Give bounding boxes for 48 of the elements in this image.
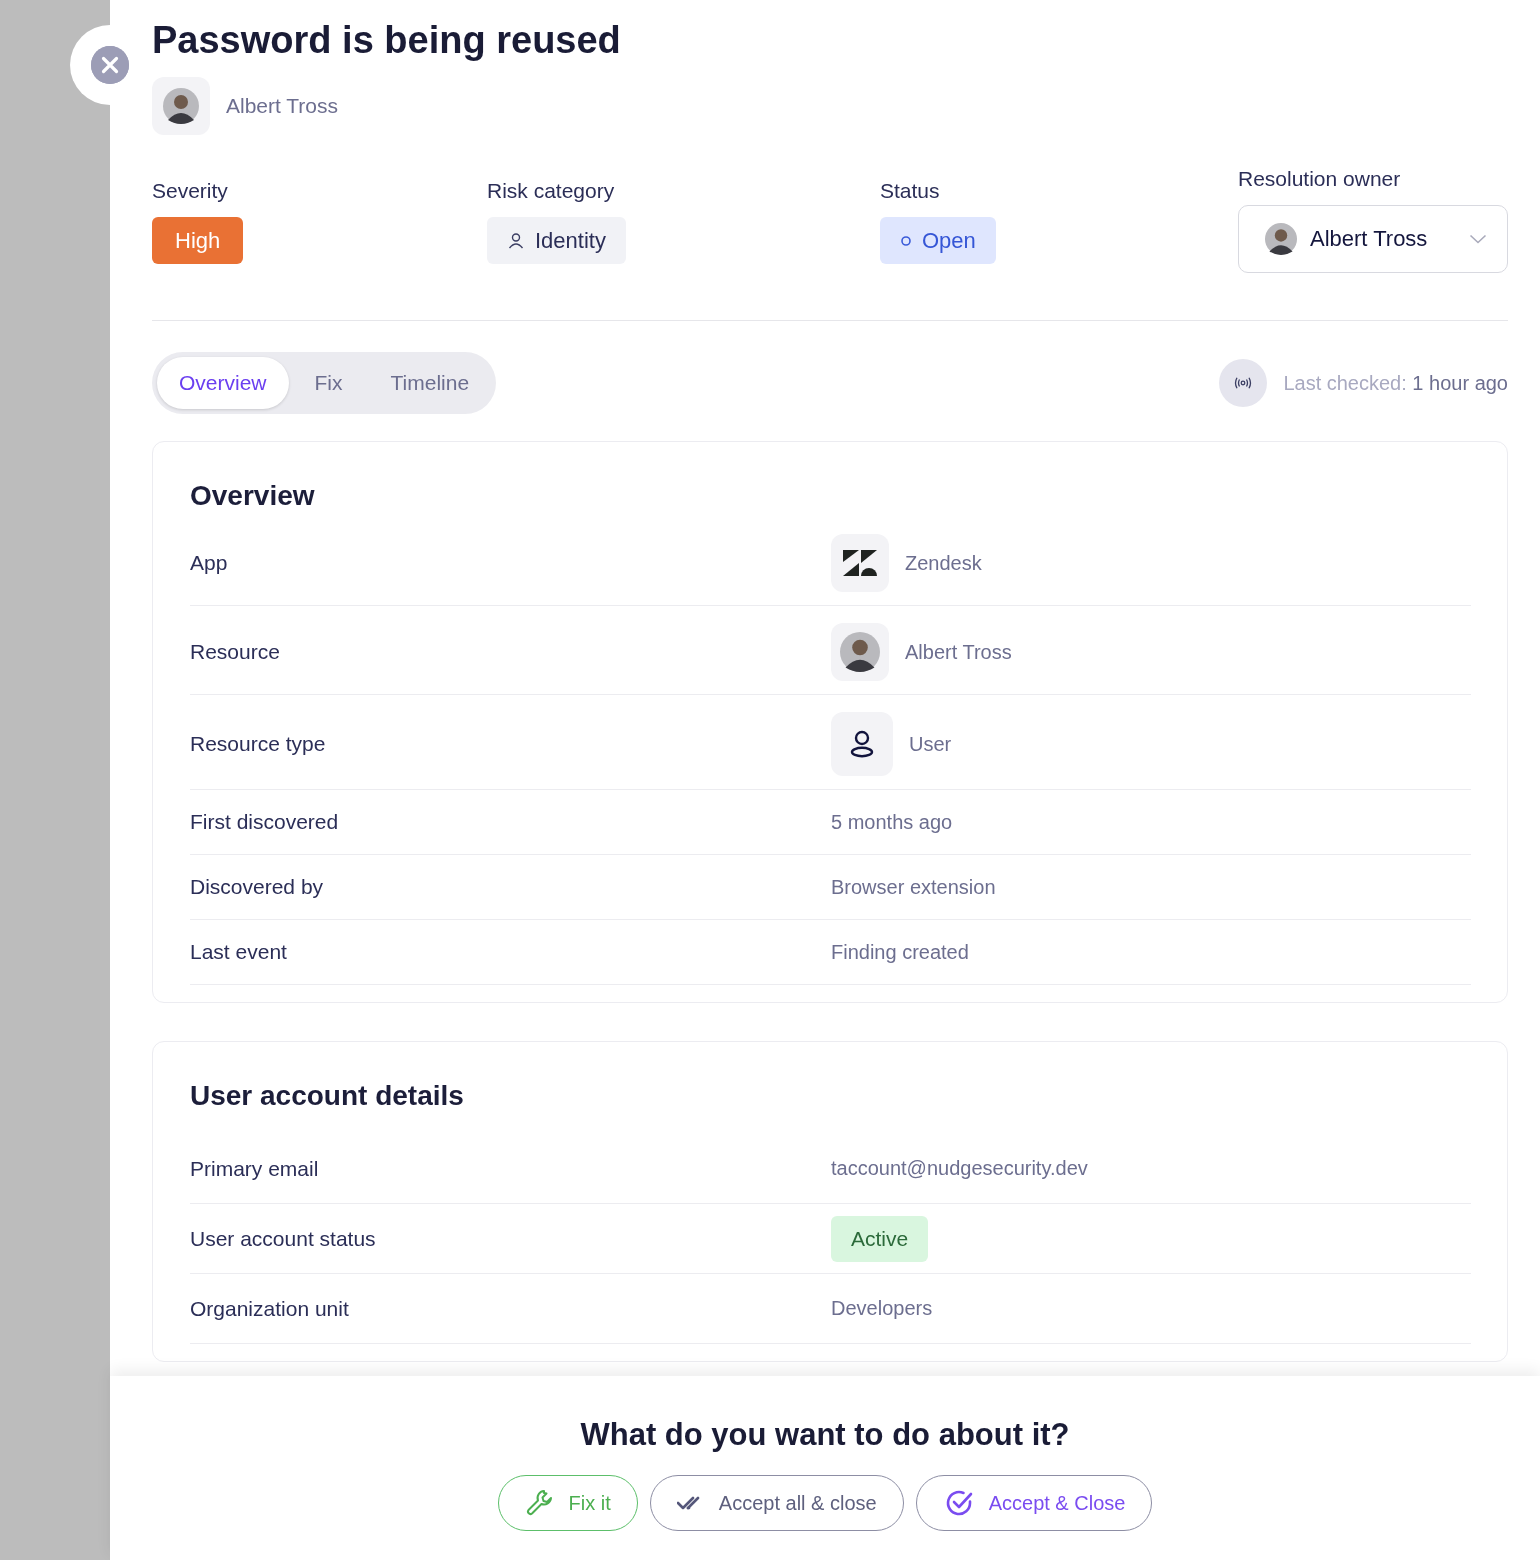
row-value: Albert Tross bbox=[905, 640, 1012, 664]
wrench-icon bbox=[524, 1488, 555, 1518]
category-label: Identity bbox=[535, 227, 606, 254]
row-value: Finding created bbox=[831, 940, 969, 964]
tab[interactable]: Fix bbox=[292, 357, 365, 409]
row-label: Resource type bbox=[190, 732, 327, 756]
accept-close-button[interactable]: Accept & Close bbox=[915, 1475, 1153, 1531]
status-badge: Active bbox=[831, 1215, 929, 1262]
row-value: Zendesk bbox=[905, 551, 982, 575]
owner-dropdown[interactable]: Albert Tross bbox=[1238, 205, 1508, 273]
circle-icon bbox=[900, 234, 912, 247]
tab[interactable]: Timeline bbox=[368, 357, 492, 409]
author-name: Albert Tross bbox=[226, 94, 339, 118]
broadcast-icon bbox=[1234, 377, 1253, 389]
user-icon bbox=[850, 730, 874, 758]
section-title: Overview bbox=[190, 480, 316, 512]
fix-button[interactable]: Fix it bbox=[497, 1475, 638, 1531]
row-value: Browser extension bbox=[831, 875, 996, 899]
row-label: User account status bbox=[190, 1226, 377, 1251]
row-value: 5 months ago bbox=[831, 810, 953, 834]
last-checked-text: Last checked: 1 hour ago bbox=[1283, 371, 1508, 395]
row-value: taccount@nudgesecurity.dev bbox=[831, 1157, 1088, 1180]
row-label: App bbox=[190, 551, 229, 575]
action-question: What do you want to do about it? bbox=[580, 1416, 1070, 1454]
avatar-icon bbox=[840, 632, 880, 672]
accept-all-button[interactable]: Accept all & close bbox=[649, 1475, 904, 1531]
row-label: Last event bbox=[190, 940, 288, 964]
field-label: Risk category bbox=[487, 178, 615, 204]
field-label: Severity bbox=[152, 178, 228, 204]
avatar-icon bbox=[1265, 223, 1297, 255]
chevron-down-icon bbox=[1469, 234, 1487, 244]
status-label: Open bbox=[922, 227, 976, 254]
row-label: Resource bbox=[190, 640, 281, 664]
row-value: Developers bbox=[831, 1297, 933, 1320]
row-label: First discovered bbox=[190, 810, 340, 834]
row-label: Primary email bbox=[190, 1156, 320, 1181]
avatar-icon bbox=[163, 88, 199, 124]
tab[interactable]: Overview bbox=[157, 357, 289, 409]
person-icon bbox=[507, 231, 525, 250]
section-title: User account details bbox=[190, 1080, 465, 1112]
finding-title: Password is being reused bbox=[152, 18, 622, 63]
row-value: User bbox=[909, 732, 952, 756]
row-label: Organization unit bbox=[190, 1296, 350, 1321]
row-label: Discovered by bbox=[190, 875, 325, 899]
field-label: Status bbox=[880, 178, 940, 204]
app-logo-icon bbox=[843, 550, 877, 576]
severity-badge: High bbox=[152, 217, 244, 264]
field-label: Resolution owner bbox=[1238, 166, 1402, 192]
